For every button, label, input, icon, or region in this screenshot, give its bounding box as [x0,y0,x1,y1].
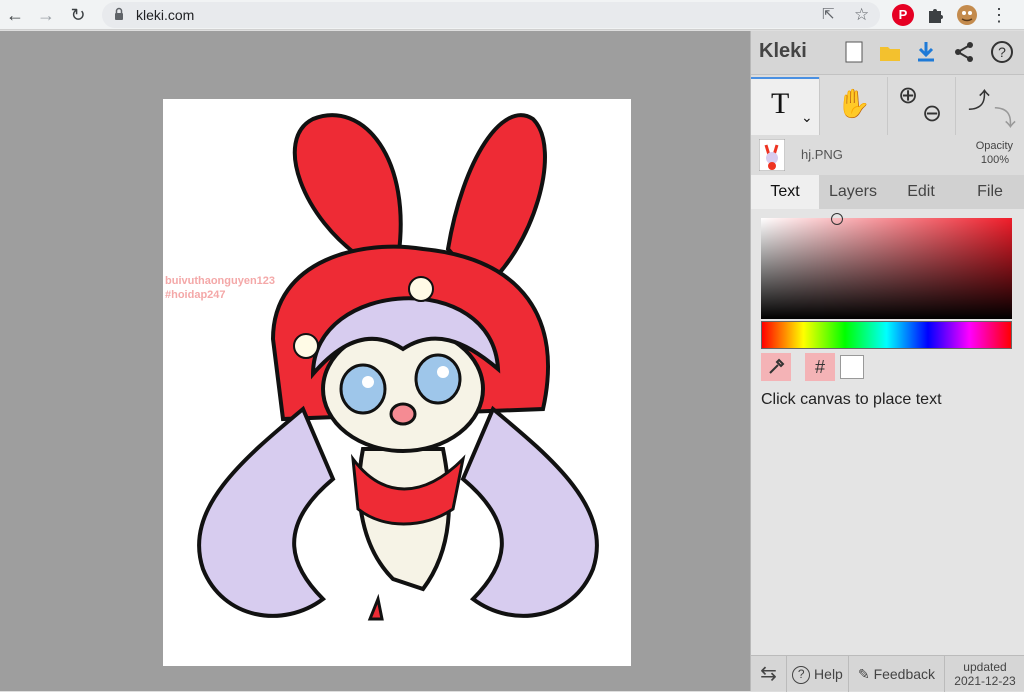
undo-icon[interactable]: ⤴ [968,83,990,115]
swap-arrows-icon: ⇆ [760,663,777,685]
tab-file[interactable]: File [955,175,1024,209]
forward-button[interactable]: → [34,3,58,27]
feedback-label: Feedback [873,666,936,682]
feedback-icon: ✎ [857,666,870,682]
browser-menu-icon[interactable]: ⋮ [987,3,1011,27]
tool-panel: Kleki ? T ⌄ ✋ ⊕ ⊖ ⤴ ⤵ hj.PNG Opacity 100… [750,31,1024,692]
zoom-out-icon[interactable]: ⊖ [922,99,942,128]
panel-header: Kleki ? [751,31,1024,75]
layer-file-name: hj.PNG [801,147,843,162]
current-color-swatch[interactable] [840,355,864,379]
redo-icon[interactable]: ⤵ [994,101,1016,133]
saturation-value-picker[interactable] [761,213,1012,319]
tab-text[interactable]: Text [751,175,819,209]
browser-toolbar: ← → ↻ kleki.com ⇱ ☆ P ⋮ [0,0,1024,30]
zoom-in-icon[interactable]: ⊕ [898,81,918,110]
tab-edit[interactable]: Edit [887,175,955,209]
url-text: kleki.com [136,7,195,23]
back-button[interactable]: ← [3,3,27,27]
watermark-tag: #hoidap247 [165,289,226,301]
help-icon[interactable]: ? [989,39,1015,65]
help-label: Help [814,666,843,682]
text-tool-hint: Click canvas to place text [761,391,942,408]
character-artwork [197,113,599,621]
eyedropper-button[interactable] [761,353,791,381]
tool-row: T ⌄ ✋ ⊕ ⊖ ⤴ ⤵ [751,77,1024,135]
hand-tool-button[interactable]: ✋ [819,77,887,135]
profile-avatar[interactable] [956,4,978,26]
kleki-logo[interactable]: Kleki [759,40,807,63]
zoom-controls: ⊕ ⊖ [887,77,955,135]
opacity-label: Opacity [975,140,1013,152]
address-bar[interactable]: kleki.com ⇱ ☆ [102,2,880,28]
text-tool-button[interactable]: T ⌄ [751,77,819,135]
history-controls: ⤴ ⤵ [955,77,1024,135]
feedback-button[interactable]: ✎ Feedback [849,656,945,692]
swap-side-button[interactable]: ⇆ [751,656,787,692]
lock-icon [115,7,123,20]
svg-text:?: ? [998,44,1006,60]
panel-tabs: Text Layers Edit File [751,175,1024,209]
opacity-value[interactable]: 100% [981,154,1009,166]
download-icon[interactable] [913,39,939,65]
canvas-workspace[interactable]: buivuthaonguyen123 #hoidap247 [0,31,750,691]
tab-layers[interactable]: Layers [819,175,887,209]
watermark-username: buivuthaonguyen123 [165,275,276,287]
eyedropper-icon [769,358,785,374]
pinterest-extension-icon[interactable]: P [892,4,914,26]
hand-icon: ✋ [836,88,871,119]
updated-label: updated [963,660,1007,674]
share-page-icon[interactable]: ⇱ [822,5,835,25]
updated-info[interactable]: updated 2021-12-23 [945,656,1024,692]
new-file-icon[interactable] [841,39,867,65]
open-folder-icon[interactable] [877,39,903,65]
reload-button[interactable]: ↻ [66,3,90,27]
text-tool-settings: # Click canvas to place text [751,209,1024,655]
color-cursor[interactable] [831,213,843,225]
bookmark-star-icon[interactable]: ☆ [854,5,869,25]
drawing-canvas[interactable]: buivuthaonguyen123 #hoidap247 [163,99,631,666]
hex-input-button[interactable]: # [805,353,835,381]
updated-date: 2021-12-23 [954,674,1016,688]
layer-info-row: hj.PNG Opacity 100% [751,135,1024,175]
share-icon[interactable] [951,39,977,65]
extensions-puzzle-icon[interactable] [924,4,946,26]
panel-footer: ⇆ ? Help ✎ Feedback updated 2021-12-23 [751,655,1024,692]
tool-dropdown-icon[interactable]: ⌄ [801,109,813,126]
text-tool-icon: T [771,87,790,120]
help-circle-icon: ? [792,666,811,685]
help-button[interactable]: ? Help [787,656,849,692]
layer-thumbnail[interactable] [759,139,785,171]
hue-slider[interactable] [761,321,1012,349]
